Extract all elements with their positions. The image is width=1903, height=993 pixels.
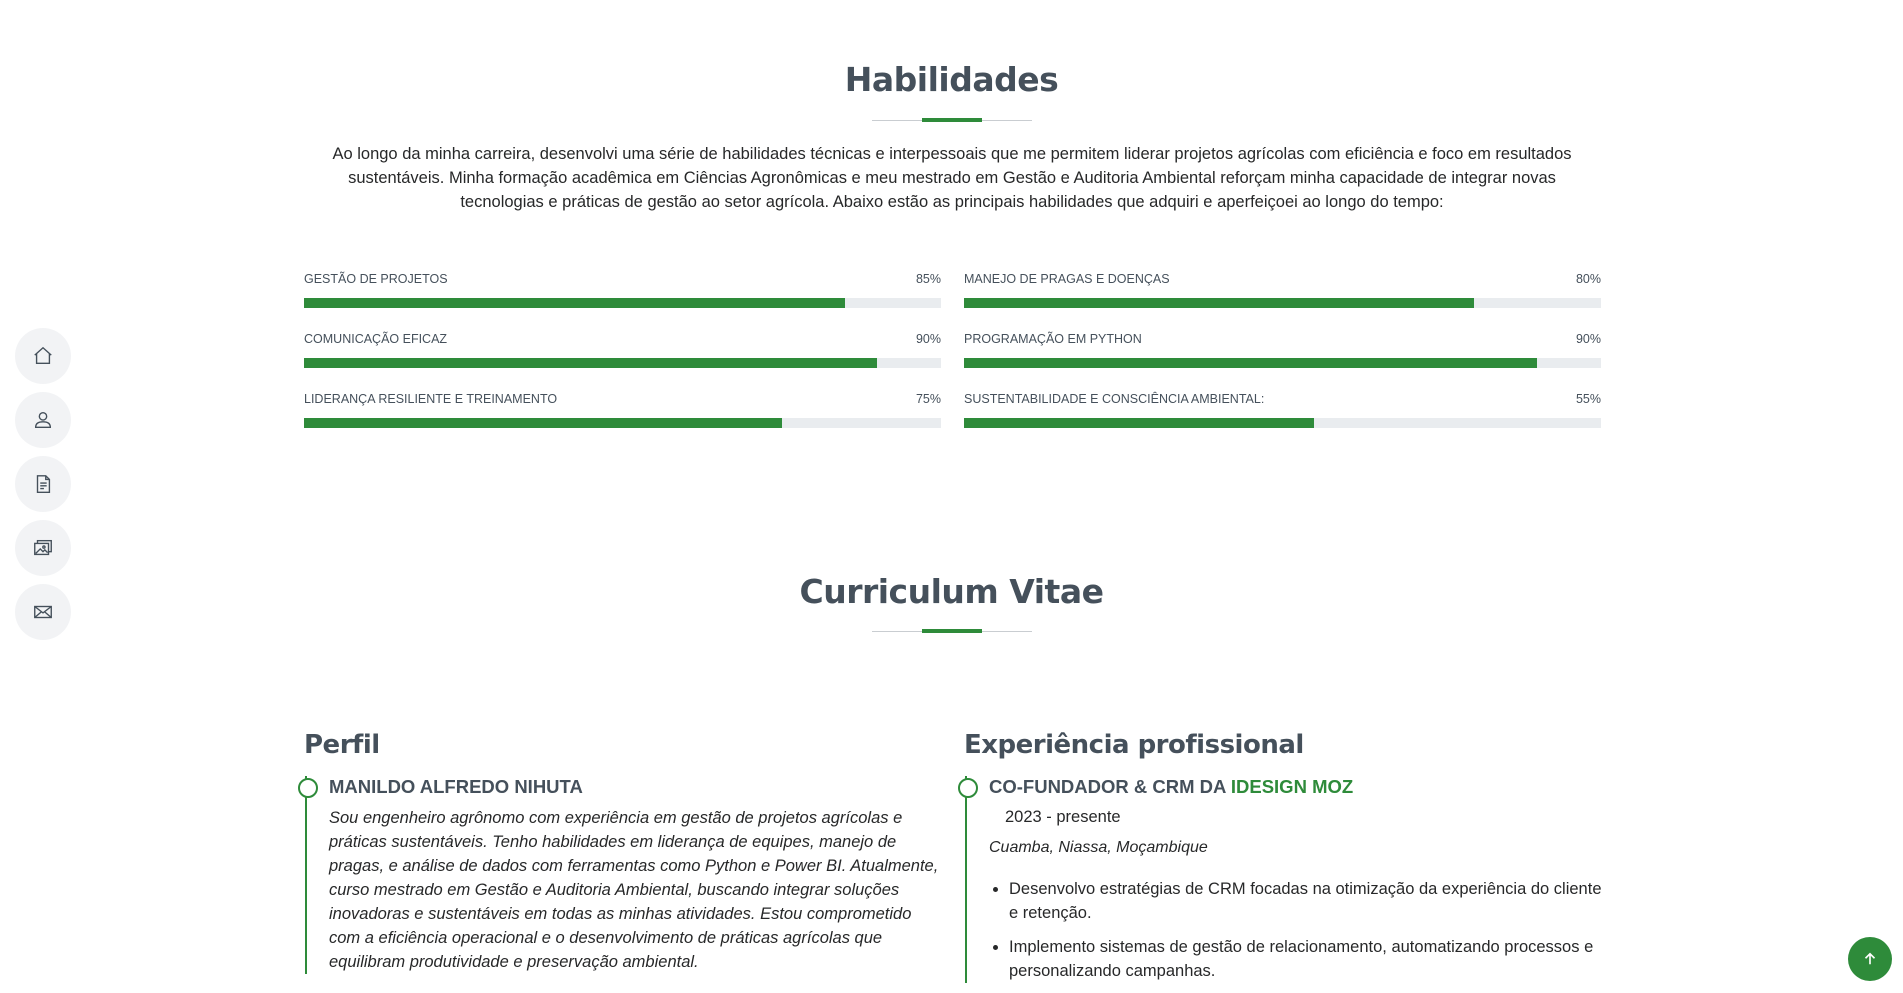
profile-name: MANILDO ALFREDO NIHUTA <box>329 776 583 797</box>
skill-name: MANEJO DE PRAGAS E DOENÇAS <box>964 272 1170 286</box>
skill-percent: 80% <box>1575 272 1601 286</box>
experience-role: CO-FUNDADOR & CRM DA IDESIGN MOZ <box>989 776 1604 798</box>
cv-title: Curriculum Vitae <box>799 572 1104 611</box>
nav-home-button[interactable] <box>15 328 71 384</box>
skills-column-left: GESTÃO DE PROJETOS 85% COMUNICAÇÃO EFICAZ… <box>304 272 941 452</box>
skill-name: GESTÃO DE PROJETOS <box>304 272 448 286</box>
profile-text: Sou engenheiro agrônomo com experiência … <box>329 809 939 971</box>
skill-percent: 90% <box>1575 332 1601 346</box>
nav-resume-button[interactable] <box>15 456 71 512</box>
list-item: Implemento sistemas de gestão de relacio… <box>1009 935 1604 983</box>
skill-progress-bar <box>304 298 941 308</box>
skill-progress-bar <box>964 418 1601 428</box>
profile-item: MANILDO ALFREDO NIHUTA Sou engenheiro ag… <box>298 776 944 974</box>
home-icon <box>34 346 52 365</box>
skill-item: COMUNICAÇÃO EFICAZ 90% <box>304 332 941 392</box>
experience-heading: Experiência profissional <box>964 730 1304 760</box>
experience-bullets: Desenvolvo estratégias de CRM focadas na… <box>989 877 1604 983</box>
skill-percent: 55% <box>1575 392 1601 406</box>
experience-column: Experiência profissional CO-FUNDADOR & C… <box>958 730 1604 993</box>
skill-name: PROGRAMAÇÃO EM PYTHON <box>964 332 1142 346</box>
profile-column: Perfil MANILDO ALFREDO NIHUTA Sou engenh… <box>298 730 944 974</box>
skill-item: MANEJO DE PRAGAS E DOENÇAS 80% <box>964 272 1601 332</box>
skill-percent: 85% <box>915 272 941 286</box>
skills-column-right: MANEJO DE PRAGAS E DOENÇAS 80% PROGRAMAÇÃ… <box>964 272 1601 452</box>
person-icon <box>34 411 52 429</box>
experience-period: 2023 - presente <box>989 802 1137 833</box>
nav-portfolio-button[interactable] <box>15 520 71 576</box>
images-icon <box>34 539 52 556</box>
skill-progress-fill <box>964 418 1315 428</box>
skills-title: Habilidades <box>844 60 1059 99</box>
file-text-icon <box>36 475 51 493</box>
skills-title-underline <box>872 120 1032 121</box>
skill-progress-bar <box>304 418 941 428</box>
company-link[interactable]: IDESIGN MOZ <box>1231 776 1353 797</box>
back-to-top-button[interactable] <box>1848 937 1892 981</box>
skill-item: SUSTENTABILIDADE E CONSCIÊNCIA AMBIENTAL… <box>964 392 1601 452</box>
experience-role-text: CO-FUNDADOR & CRM DA <box>989 776 1226 797</box>
skill-percent: 75% <box>915 392 941 406</box>
skill-progress-bar <box>304 358 941 368</box>
skill-name: COMUNICAÇÃO EFICAZ <box>304 332 448 346</box>
list-item: Desenvolvo estratégias de CRM focadas na… <box>1009 877 1604 925</box>
skill-name: LIDERANÇA RESILIENTE E TREINAMENTO <box>304 392 558 406</box>
skill-item: LIDERANÇA RESILIENTE E TREINAMENTO 75% <box>304 392 941 452</box>
skill-progress-bar <box>964 298 1601 308</box>
skill-percent: 90% <box>915 332 941 346</box>
profile-heading: Perfil <box>304 730 380 760</box>
skills-description: Ao longo da minha carreira, desenvolvi u… <box>332 145 1572 211</box>
experience-location: Cuamba, Niassa, Moçambique <box>989 839 1208 856</box>
skill-name: SUSTENTABILIDADE E CONSCIÊNCIA AMBIENTAL… <box>964 392 1265 406</box>
experience-item: CO-FUNDADOR & CRM DA IDESIGN MOZ 2023 - … <box>958 776 1604 983</box>
skill-progress-fill <box>304 298 846 308</box>
cv-title-underline <box>872 631 1032 632</box>
skill-progress-fill <box>964 298 1474 308</box>
skill-progress-fill <box>304 418 782 428</box>
skill-progress-bar <box>964 358 1601 368</box>
skill-item: GESTÃO DE PROJETOS 85% <box>304 272 941 332</box>
skill-progress-fill <box>304 358 878 368</box>
skill-progress-fill <box>964 358 1538 368</box>
skill-item: PROGRAMAÇÃO EM PYTHON 90% <box>964 332 1601 392</box>
arrow-up-icon <box>1864 952 1876 965</box>
nav-about-button[interactable] <box>15 392 71 448</box>
